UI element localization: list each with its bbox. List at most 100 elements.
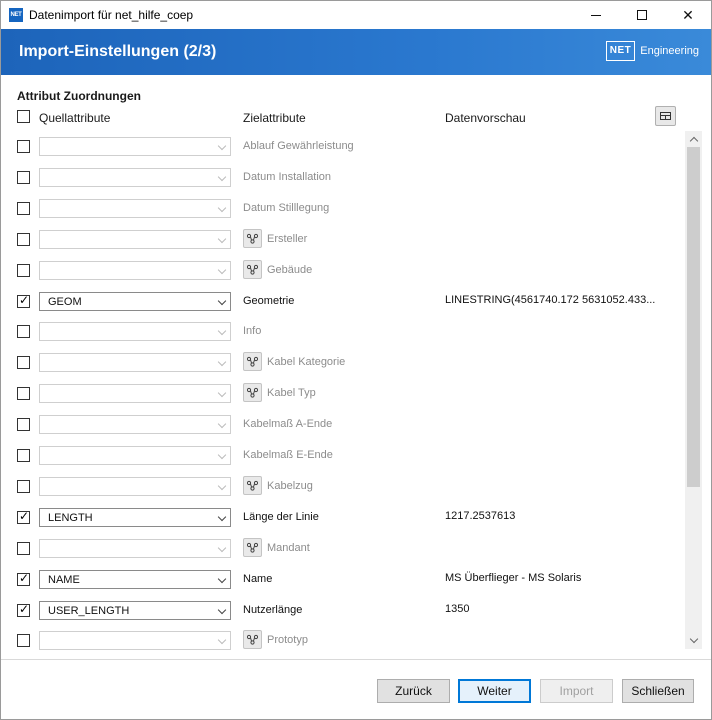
scroll-down-button[interactable] — [685, 633, 702, 649]
close-window-button[interactable]: ✕ — [665, 1, 711, 29]
next-button[interactable]: Weiter — [458, 679, 531, 703]
mapping-row: GEOM Geometrie LINESTRING(4561740.172 5631… — [1, 286, 685, 317]
source-attribute-dropdown[interactable] — [39, 260, 231, 280]
source-attribute-dropdown[interactable] — [39, 167, 231, 187]
back-button[interactable]: Zurück — [377, 679, 450, 703]
target-attribute-label: Kabelmaß A-Ende — [243, 418, 333, 431]
target-attribute-label: Name — [243, 572, 273, 585]
row-checkbox[interactable] — [17, 140, 30, 153]
row-checkbox[interactable] — [17, 232, 30, 246]
row-checkbox[interactable] — [17, 541, 30, 555]
header-banner: Import-Einstellungen (2/3) NET Engineeri… — [1, 29, 711, 75]
source-attribute-dropdown[interactable] — [39, 198, 231, 218]
close-icon: ✕ — [682, 6, 694, 23]
source-attribute-value: LENGTH — [48, 511, 93, 524]
brand-logo: NET — [605, 41, 636, 61]
chevron-down-icon — [217, 296, 227, 305]
chevron-down-icon — [689, 634, 698, 644]
minimize-button[interactable] — [573, 1, 619, 29]
column-header-source: Quellattribute — [39, 111, 111, 125]
source-attribute-dropdown[interactable] — [39, 137, 231, 156]
row-checkbox[interactable] — [17, 479, 30, 493]
import-dialog-window: NET Datenimport für net_hilfe_coep ✕ Imp… — [0, 0, 712, 720]
chevron-down-icon — [217, 203, 227, 213]
hierarchy-link-button[interactable] — [243, 352, 262, 372]
source-attribute-dropdown[interactable] — [39, 322, 231, 342]
page-title: Import-Einstellungen (2/3) — [19, 43, 217, 60]
target-attribute-label: Länge der Linie — [243, 510, 319, 523]
source-attribute-dropdown[interactable] — [39, 446, 231, 465]
source-attribute-dropdown[interactable] — [39, 384, 231, 404]
column-header-preview: Datenvorschau — [445, 111, 526, 125]
chevron-down-icon — [217, 512, 227, 522]
chevron-down-icon — [217, 358, 227, 367]
source-attribute-dropdown[interactable] — [39, 538, 231, 558]
source-attribute-dropdown[interactable] — [39, 353, 231, 373]
row-checkbox[interactable] — [17, 170, 30, 184]
hierarchy-link-button[interactable] — [243, 259, 262, 279]
row-checkbox[interactable] — [17, 263, 30, 277]
row-checkbox[interactable] — [17, 509, 30, 524]
mapping-row: Ablauf Gewährleistung — [1, 131, 685, 162]
source-attribute-dropdown[interactable]: NAME — [39, 569, 231, 589]
select-all-checkbox[interactable] — [17, 110, 30, 123]
table-icon — [660, 112, 671, 120]
chevron-up-icon — [689, 136, 698, 146]
mapping-row: Datum Installation — [1, 162, 685, 193]
row-checkbox[interactable] — [17, 449, 30, 462]
mapping-row: Mandant — [1, 533, 685, 564]
source-attribute-dropdown[interactable] — [39, 476, 231, 496]
hierarchy-link-button[interactable] — [243, 630, 262, 650]
row-checkbox[interactable] — [17, 325, 30, 339]
source-attribute-dropdown[interactable]: GEOM — [39, 291, 231, 311]
mapping-row: Kabelzug — [1, 471, 685, 502]
window-title: Datenimport für net_hilfe_coep — [29, 8, 194, 22]
source-attribute-value: GEOM — [48, 295, 82, 308]
minimize-icon — [591, 14, 601, 16]
mapping-row: NAME Name MS Überflieger - MS Solaris — [1, 564, 685, 595]
source-attribute-value: USER_LENGTH — [48, 604, 130, 617]
vertical-scrollbar[interactable] — [685, 131, 702, 649]
mapping-row: Info — [1, 316, 685, 347]
attribute-mapping-list[interactable]: Ablauf Gewährleistung Datum Installation D… — [1, 131, 685, 651]
mapping-row: Prototyp — [1, 625, 685, 651]
maximize-button[interactable] — [619, 1, 665, 29]
title-bar[interactable]: NET Datenimport für net_hilfe_coep ✕ — [1, 1, 711, 29]
mapping-row: Datum Stilllegung — [1, 193, 685, 224]
row-checkbox[interactable] — [17, 602, 30, 617]
chevron-down-icon — [217, 388, 227, 398]
chevron-down-icon — [217, 574, 227, 583]
mapping-row: Kabel Kategorie — [1, 347, 685, 378]
hierarchy-link-icon — [247, 233, 258, 244]
hierarchy-link-button[interactable] — [243, 475, 262, 495]
table-view-button[interactable] — [655, 106, 676, 126]
source-attribute-dropdown[interactable]: USER_LENGTH — [39, 600, 231, 620]
row-checkbox[interactable] — [17, 201, 30, 215]
source-attribute-value: NAME — [48, 573, 80, 586]
row-checkbox[interactable] — [17, 418, 30, 432]
hierarchy-link-button[interactable] — [243, 537, 262, 557]
data-preview-value: 1217.2537613 — [445, 509, 516, 522]
hierarchy-link-icon — [247, 635, 258, 645]
source-attribute-dropdown[interactable] — [39, 631, 231, 651]
source-attribute-dropdown[interactable] — [39, 415, 231, 435]
target-attribute-label: Gebäude — [267, 263, 313, 276]
mapping-row: Kabelmaß A-Ende — [1, 409, 685, 440]
hierarchy-link-icon — [247, 264, 258, 275]
hierarchy-link-button[interactable] — [243, 383, 262, 403]
import-button[interactable]: Import — [540, 679, 613, 703]
scroll-thumb[interactable] — [687, 147, 700, 487]
target-attribute-label: Ersteller — [267, 232, 308, 245]
target-attribute-label: Kabelzug — [267, 479, 313, 492]
hierarchy-link-button[interactable] — [243, 228, 262, 248]
row-checkbox[interactable] — [17, 293, 30, 308]
source-attribute-dropdown[interactable] — [39, 229, 231, 249]
close-button[interactable]: Schließen — [622, 679, 694, 703]
row-checkbox[interactable] — [17, 571, 30, 586]
hierarchy-link-icon — [247, 388, 258, 398]
row-checkbox[interactable] — [17, 634, 30, 648]
row-checkbox[interactable] — [17, 387, 30, 401]
source-attribute-dropdown[interactable]: LENGTH — [39, 507, 231, 527]
row-checkbox[interactable] — [17, 356, 30, 370]
scroll-up-button[interactable] — [685, 131, 702, 147]
